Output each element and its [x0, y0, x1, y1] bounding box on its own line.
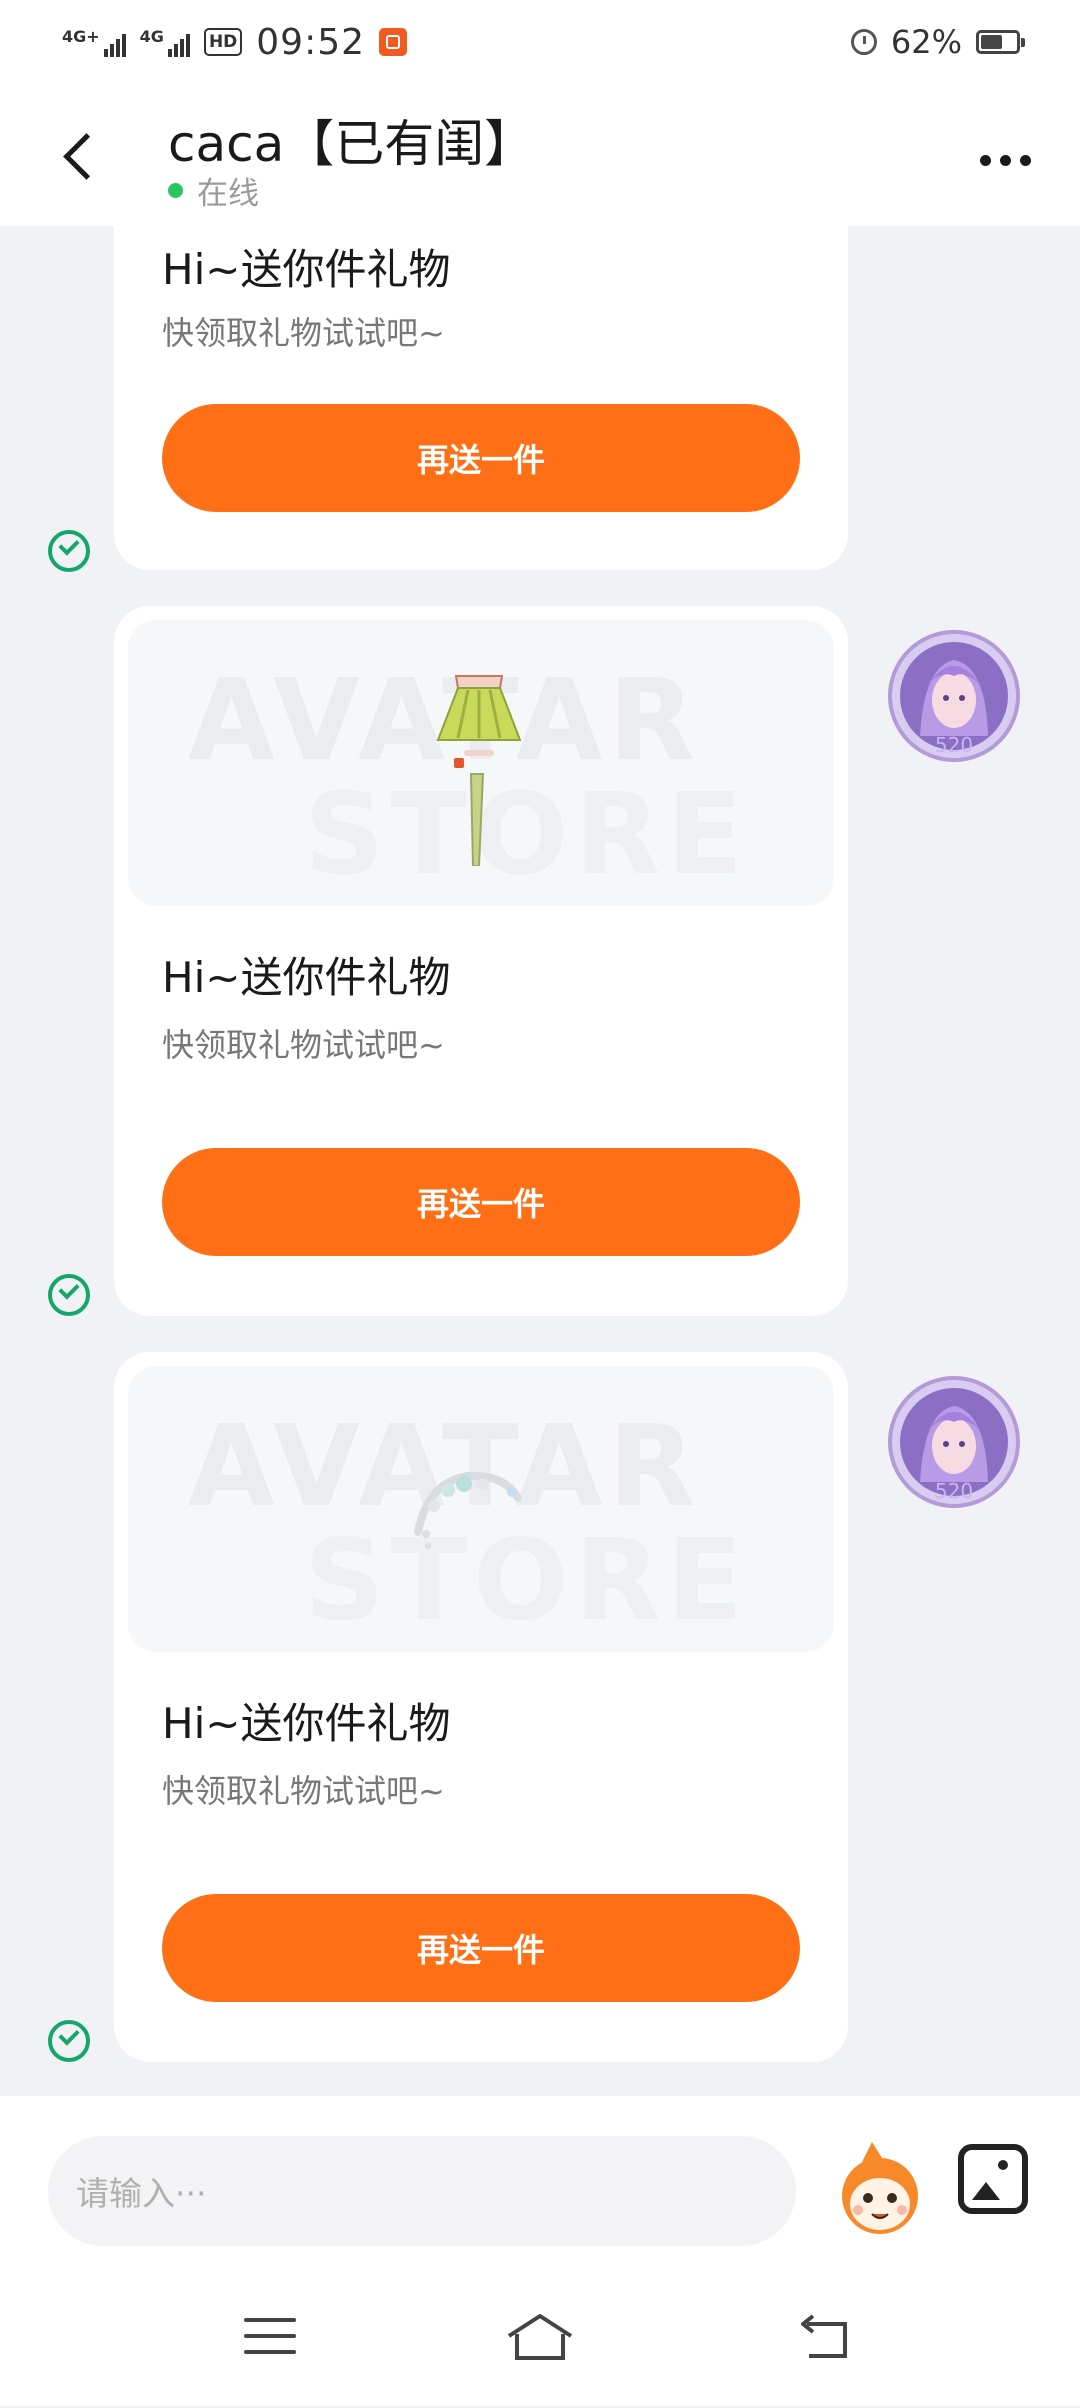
gift-card-subtitle: 快领取礼物试试吧~ — [162, 1026, 445, 1064]
skirt-gift-icon — [436, 675, 522, 866]
clock: 09:52 — [256, 21, 366, 63]
send-another-button[interactable]: 再送一件 — [162, 1148, 800, 1256]
input-bar: 请输入··· — [0, 2096, 1080, 2406]
sent-check-icon — [48, 1274, 90, 1316]
avatar-badge: 520 — [935, 1479, 973, 1503]
signal-icon: 4G+ — [62, 27, 126, 57]
user-avatar[interactable]: 520 — [884, 626, 1024, 766]
chat-header: caca【已有闺】 在线 — [0, 84, 1080, 226]
app-notification-icon — [379, 28, 408, 56]
message-list[interactable]: Hi~送你件礼物 快领取礼物试试吧~ 再送一件 AVATAR STORE Hi~… — [0, 226, 1080, 2096]
send-another-button[interactable]: 再送一件 — [162, 1894, 800, 2002]
watermark-text: STORE — [304, 770, 750, 900]
status-bar: 4G+ 4G HD 09:52 62% — [0, 0, 1080, 84]
gift-card-title: Hi~送你件礼物 — [162, 245, 451, 294]
headband-gift-icon — [414, 1471, 522, 1549]
gift-card-subtitle: 快领取礼物试试吧~ — [162, 314, 445, 352]
gift-message-card: AVATAR STORE Hi~送你件礼物 快领取礼物试试吧~ 再送一件 — [114, 1352, 848, 2062]
online-status-label: 在线 — [197, 176, 259, 212]
sent-check-icon — [48, 2020, 90, 2062]
hd-voice-icon: HD — [203, 28, 243, 56]
message-input[interactable]: 请输入··· — [48, 2136, 796, 2246]
gift-message-card: AVATAR STORE Hi~送你件礼物 快领取礼物试试吧~ 再送一件 — [114, 606, 848, 1316]
signal-icon-2: 4G — [140, 27, 190, 57]
gift-image[interactable]: AVATAR STORE — [128, 1366, 834, 1652]
menu-icon[interactable] — [244, 2318, 296, 2358]
network-type-label-2: 4G — [139, 27, 164, 46]
more-options-button[interactable] — [970, 140, 1040, 180]
system-nav-bar — [0, 2276, 1080, 2396]
battery-icon — [976, 30, 1025, 54]
battery-percent: 62% — [890, 23, 962, 61]
gift-card-title: Hi~送你件礼物 — [162, 1699, 451, 1748]
user-avatar[interactable]: 520 — [884, 1372, 1024, 1512]
network-type-label: 4G+ — [62, 27, 100, 46]
gift-image[interactable]: AVATAR STORE — [128, 620, 834, 906]
status-left: 4G+ 4G HD 09:52 — [62, 18, 408, 66]
gift-message-card: Hi~送你件礼物 快领取礼物试试吧~ 再送一件 — [114, 226, 848, 570]
back-button[interactable] — [56, 124, 116, 194]
image-picker-icon[interactable] — [958, 2144, 1028, 2214]
gift-card-title: Hi~送你件礼物 — [162, 953, 451, 1002]
back-nav-icon[interactable] — [795, 2314, 851, 2362]
status-right: 62% — [850, 18, 1025, 66]
emoji-mascot-button[interactable] — [832, 2136, 928, 2246]
online-dot-icon — [168, 183, 183, 198]
battery-level — [981, 35, 1003, 49]
avatar-badge: 520 — [935, 733, 973, 757]
alarm-icon — [850, 29, 877, 55]
gift-card-subtitle: 快领取礼物试试吧~ — [162, 1772, 445, 1810]
online-status: 在线 — [168, 168, 259, 213]
home-icon[interactable] — [505, 2312, 575, 2362]
send-another-button[interactable]: 再送一件 — [162, 404, 800, 512]
contact-name: caca【已有闺】 — [168, 115, 535, 173]
sent-check-icon — [48, 530, 90, 572]
